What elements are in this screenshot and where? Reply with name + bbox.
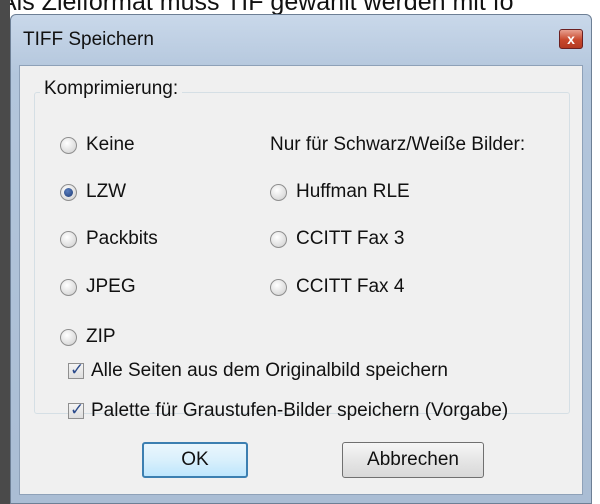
checkbox-box-checked[interactable]	[68, 360, 84, 380]
radio-ccitt-fax3[interactable]: CCITT Fax 3	[270, 226, 404, 252]
radio-huffman-rle[interactable]: Huffman RLE	[270, 179, 410, 205]
checkbox-all-pages[interactable]: Alle Seiten aus dem Originalbild speiche…	[68, 358, 448, 384]
radio-zip[interactable]: ZIP	[60, 324, 116, 350]
radio-keine[interactable]: Keine	[60, 132, 135, 158]
compression-group-label: Komprimierung:	[40, 78, 183, 100]
radio-circle[interactable]	[270, 230, 287, 248]
radio-ccitt-fax4[interactable]: CCITT Fax 4	[270, 274, 404, 300]
radio-circle[interactable]	[60, 230, 77, 248]
radio-label-packbits: Packbits	[86, 228, 158, 249]
mono-section-label: Nur für Schwarz/Weiße Bilder:	[270, 132, 525, 158]
checkbox-label-all-pages: Alle Seiten aus dem Originalbild speiche…	[91, 360, 448, 381]
cancel-button[interactable]: Abbrechen	[342, 442, 484, 478]
radio-label-zip: ZIP	[86, 326, 116, 347]
radio-circle[interactable]	[270, 183, 287, 201]
close-icon: x	[567, 31, 575, 47]
radio-label-keine: Keine	[86, 134, 135, 155]
radio-label-jpeg: JPEG	[86, 276, 136, 297]
radio-circle-selected[interactable]	[60, 183, 77, 201]
radio-label-fax4: CCITT Fax 4	[296, 276, 405, 297]
radio-circle[interactable]	[270, 278, 287, 296]
radio-label-lzw: LZW	[86, 181, 127, 202]
window-frame-edge	[0, 0, 10, 504]
radio-label-huffman: Huffman RLE	[296, 181, 410, 202]
radio-lzw[interactable]: LZW	[60, 179, 126, 205]
checkbox-label-grayscale: Palette für Graustufen-Bilder speichern …	[91, 400, 509, 421]
dialog-client-area: Komprimierung: Keine LZW Packbits JPEG Z…	[19, 65, 583, 495]
radio-circle[interactable]	[60, 136, 77, 154]
tiff-save-dialog: TIFF Speichern x Komprimierung: Keine LZ…	[10, 14, 592, 504]
radio-label-fax3: CCITT Fax 3	[296, 228, 405, 249]
checkbox-grayscale-palette[interactable]: Palette für Graustufen-Bilder speichern …	[68, 398, 508, 424]
radio-jpeg[interactable]: JPEG	[60, 274, 136, 300]
mono-label-text: Nur für Schwarz/Weiße Bilder:	[270, 134, 526, 155]
radio-packbits[interactable]: Packbits	[60, 226, 158, 252]
checkbox-box-checked[interactable]	[68, 400, 84, 420]
close-button[interactable]: x	[559, 29, 583, 49]
radio-circle[interactable]	[60, 278, 77, 296]
radio-circle[interactable]	[60, 328, 77, 346]
title-bar: TIFF Speichern x	[11, 15, 591, 65]
ok-button[interactable]: OK	[142, 442, 248, 478]
dialog-title: TIFF Speichern	[23, 29, 154, 50]
